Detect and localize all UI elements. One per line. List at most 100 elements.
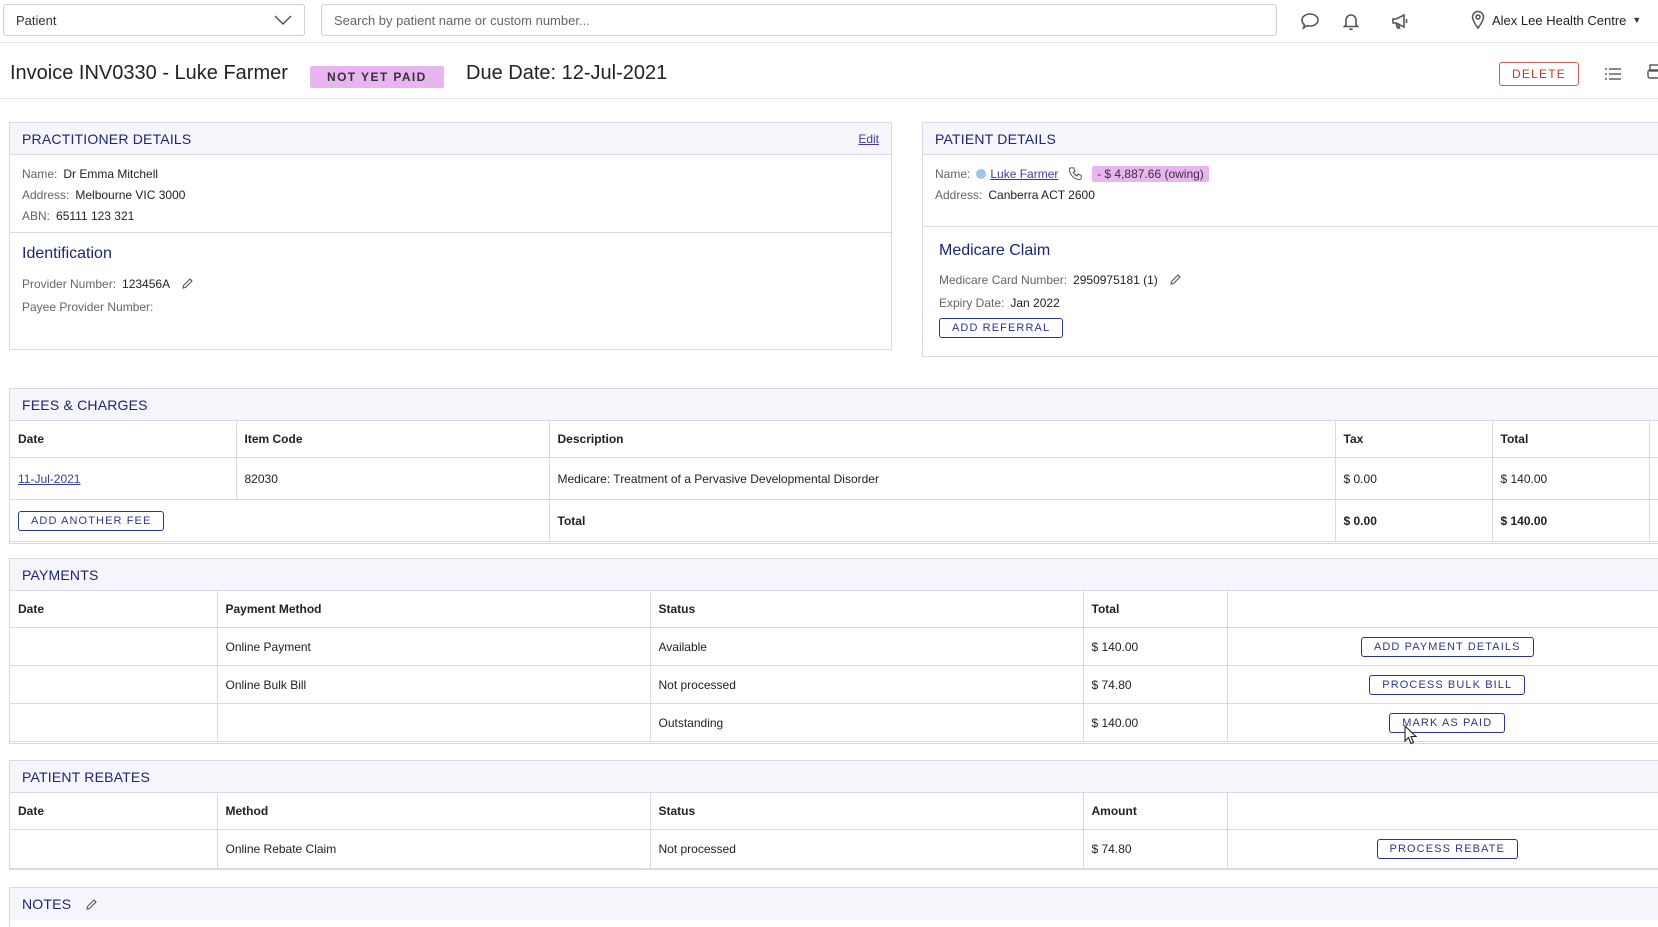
bell-icon[interactable] <box>1340 10 1362 32</box>
add-another-fee-button[interactable]: ADD ANOTHER FEE <box>18 510 165 531</box>
edit-practitioner-link[interactable]: Edit <box>858 132 879 146</box>
location-pin-icon <box>1471 10 1485 30</box>
payments-panel: PAYMENTS Date Payment Method Status Tota… <box>9 558 1658 744</box>
location-name: Alex Lee Health Centre <box>1492 12 1627 28</box>
add-payment-details-button[interactable]: ADD PAYMENT DETAILS <box>1360 636 1534 657</box>
list-icon[interactable] <box>1604 66 1622 82</box>
process-bulk-bill-button[interactable]: PROCESS BULK BILL <box>1369 674 1526 695</box>
megaphone-icon[interactable] <box>1389 10 1411 32</box>
payment-date <box>10 627 218 666</box>
payment-method: Online Bulk Bill <box>217 665 651 704</box>
fees-total-tax: $ 0.00 <box>1335 499 1493 542</box>
rebate-amount: $ 74.80 <box>1083 829 1228 869</box>
name-label: Name: <box>935 167 971 181</box>
owing-balance-badge: - $ 4,887.66 (owing) <box>1092 166 1209 182</box>
patient-name-link[interactable]: Luke Farmer <box>990 167 1058 181</box>
patient-type-select[interactable]: Patient <box>3 4 305 36</box>
fees-charges-panel: FEES & CHARGES Date Item Code Descriptio… <box>9 388 1658 544</box>
table-cell-spacer <box>1649 499 1658 542</box>
edit-pencil-icon[interactable] <box>1169 273 1182 286</box>
payee-provider-number-label: Payee Provider Number: <box>22 300 154 314</box>
provider-number: 123456A <box>122 277 170 291</box>
column-header-amount: Amount <box>1083 793 1228 830</box>
fee-date-link[interactable]: 11-Jul-2021 <box>18 472 80 486</box>
patient-rebates-title: PATIENT REBATES <box>22 768 150 785</box>
notes-header: NOTES <box>10 888 1658 920</box>
patient-select-value: Patient <box>16 12 57 28</box>
add-referral-button[interactable]: ADD REFERRAL <box>939 318 1064 338</box>
payment-action-cell: PROCESS BULK BILL <box>1227 665 1658 704</box>
expiry-label: Expiry Date: <box>939 296 1005 310</box>
patient-details-header: PATIENT DETAILS <box>923 123 1658 155</box>
notes-panel: NOTES <box>9 887 1658 927</box>
payment-date <box>10 665 218 704</box>
patient-search-input[interactable] <box>321 4 1277 36</box>
table-header-row: Date Item Code Description Tax Total <box>10 421 1658 458</box>
rebate-action-cell: PROCESS REBATE <box>1227 829 1658 869</box>
payment-action-cell: MARK AS PAID <box>1227 703 1658 742</box>
payment-date <box>10 703 218 742</box>
invoice-title: Invoice INV0330 - Luke Farmer <box>10 62 288 84</box>
column-header-actions <box>1227 793 1658 830</box>
top-bar: Patient Alex Lee Health Centre ▼ <box>0 0 1658 43</box>
payments-header: PAYMENTS <box>10 559 1658 591</box>
column-header-date: Date <box>10 591 218 628</box>
edit-pencil-icon[interactable] <box>85 898 98 911</box>
table-row: Online Payment Available $ 140.00 ADD PA… <box>10 627 1658 666</box>
location-selector[interactable]: Alex Lee Health Centre ▼ <box>1470 10 1641 30</box>
identification-heading: Identification <box>22 245 112 262</box>
table-row: Online Rebate Claim Not processed $ 74.8… <box>10 829 1658 869</box>
phone-icon[interactable] <box>1068 166 1083 181</box>
chat-icon[interactable] <box>1299 10 1321 32</box>
column-header-status: Status <box>650 793 1084 830</box>
rebates-table: Date Method Status Amount Online Rebate … <box>10 793 1658 869</box>
practitioner-details-title: PRACTITIONER DETAILS <box>22 130 192 147</box>
column-header-date: Date <box>10 793 218 830</box>
patient-rebates-panel: PATIENT REBATES Date Method Status Amoun… <box>9 760 1658 870</box>
abn-label: ABN: <box>22 209 51 223</box>
rebate-method: Online Rebate Claim <box>217 829 651 869</box>
column-header-status: Status <box>650 591 1084 628</box>
delete-button[interactable]: DELETE <box>1499 62 1579 86</box>
table-row: 11-Jul-2021 82030 Medicare: Treatment of… <box>10 457 1658 500</box>
due-date: Due Date: 12-Jul-2021 <box>466 62 668 84</box>
process-rebate-button[interactable]: PROCESS REBATE <box>1376 839 1518 859</box>
practitioner-info: Name: Dr Emma Mitchell Address: Melbourne … <box>10 155 891 233</box>
rebate-status: Not processed <box>650 829 1084 869</box>
column-header-payment-method: Payment Method <box>217 591 651 628</box>
table-header-row: Date Payment Method Status Total <box>10 591 1658 628</box>
practitioner-address: Melbourne VIC 3000 <box>75 188 186 202</box>
identification-section: Identification Provider Number: 123456A P… <box>10 233 891 318</box>
payment-method: Online Payment <box>217 627 651 666</box>
payment-status: Available <box>650 627 1084 666</box>
address-label: Address: <box>935 188 983 202</box>
rebate-date <box>10 829 218 869</box>
patient-details-title: PATIENT DETAILS <box>935 130 1056 147</box>
practitioner-details-header: PRACTITIONER DETAILS Edit <box>10 123 891 155</box>
edit-pencil-icon[interactable] <box>181 277 194 290</box>
medicare-card-number: 2950975181 (1) <box>1073 273 1158 287</box>
fees-total-row: ADD ANOTHER FEE Total $ 0.00 $ 140.00 <box>10 499 1658 542</box>
info-icon <box>976 169 987 179</box>
provider-number-label: Provider Number: <box>22 277 117 291</box>
table-row: Online Bulk Bill Not processed $ 74.80 P… <box>10 665 1658 704</box>
column-header-total: Total <box>1492 421 1650 458</box>
invoice-header: Invoice INV0330 - Luke Farmer NOT YET PA… <box>0 42 1658 99</box>
column-header-actions <box>1227 591 1658 628</box>
fees-total-amount: $ 140.00 <box>1492 499 1650 542</box>
payment-status: Outstanding <box>650 703 1084 742</box>
payment-total: $ 140.00 <box>1083 703 1228 742</box>
payment-total: $ 74.80 <box>1083 665 1228 704</box>
payments-table: Date Payment Method Status Total Online … <box>10 591 1658 742</box>
fee-item-code: 82030 <box>236 457 550 500</box>
column-header-method: Method <box>217 793 651 830</box>
payment-method <box>217 703 651 742</box>
address-label: Address: <box>22 188 70 202</box>
payment-total: $ 140.00 <box>1083 627 1228 666</box>
fee-total: $ 140.00 <box>1492 457 1650 500</box>
print-icon[interactable] <box>1647 63 1658 83</box>
patient-info: Name: Luke Farmer - $ 4,887.66 (owing) Ad… <box>923 155 1658 227</box>
practitioner-abn: 65111 123 321 <box>56 209 135 223</box>
name-label: Name: <box>22 167 58 181</box>
fee-description: Medicare: Treatment of a Pervasive Devel… <box>549 457 1336 500</box>
